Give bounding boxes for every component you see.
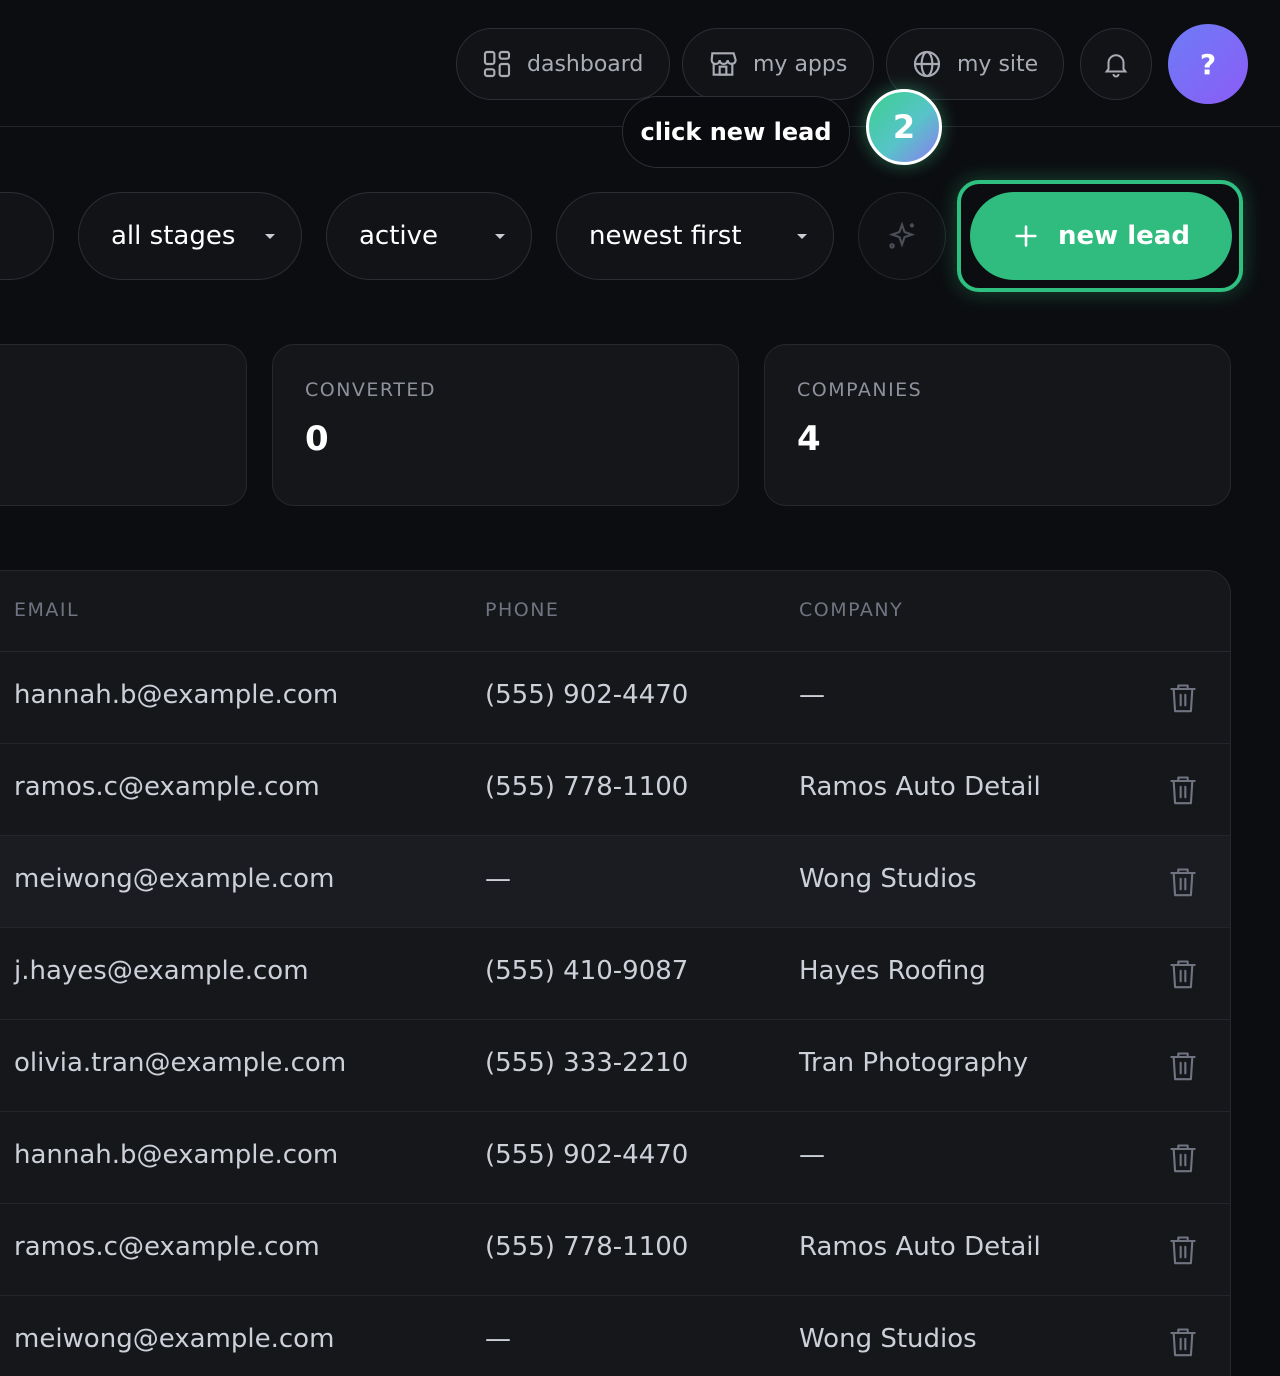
trash-icon[interactable] (1169, 1050, 1197, 1082)
chevron-down-icon (797, 233, 807, 239)
nav-my-apps-button[interactable]: my apps (682, 28, 874, 100)
notifications-button[interactable] (1080, 28, 1152, 100)
cell-company: Hayes Roofing (799, 956, 986, 986)
tour-tooltip: click new lead (622, 96, 850, 168)
stat-label: CONVERTED (305, 379, 436, 401)
cell-company: Tran Photography (799, 1048, 1029, 1078)
table-header: EMAIL PHONE COMPANY (0, 571, 1230, 652)
stat-card-companies: COMPANIES 4 (764, 344, 1231, 506)
table-body: hannah.b@example.com (555) 902-4470 — ramos… (0, 652, 1230, 1376)
cell-company: Ramos Auto Detail (799, 772, 1041, 802)
stage-filter-dropdown[interactable]: all stages (78, 192, 302, 280)
cell-phone: — (485, 1324, 511, 1354)
trash-icon[interactable] (1169, 1326, 1197, 1358)
status-filter-label: active (359, 221, 439, 251)
cell-company: — (799, 1140, 825, 1170)
cell-email: hannah.b@example.com (14, 1140, 339, 1170)
cell-company: Ramos Auto Detail (799, 1232, 1041, 1262)
cell-company: Wong Studios (799, 864, 977, 894)
help-button[interactable]: ? (1168, 24, 1248, 104)
leads-table: EMAIL PHONE COMPANY hannah.b@example.com… (0, 570, 1231, 1376)
new-lead-button[interactable]: new lead (970, 192, 1232, 280)
table-row[interactable]: hannah.b@example.com (555) 902-4470 — (0, 1112, 1230, 1204)
storefront-icon (710, 52, 737, 76)
stage-filter-label: all stages (111, 221, 236, 251)
cell-company: Wong Studios (799, 1324, 977, 1354)
column-header-email: EMAIL (14, 599, 80, 621)
globe-icon (913, 50, 941, 78)
search-pill-partial[interactable] (0, 192, 54, 280)
plus-icon (1015, 225, 1037, 247)
trash-icon[interactable] (1169, 682, 1197, 714)
nav-dashboard-label: dashboard (527, 51, 644, 77)
stat-card-partial (0, 344, 247, 506)
cell-email: ramos.c@example.com (14, 1232, 320, 1262)
table-row[interactable]: olivia.tran@example.com (555) 333-2210 Tra… (0, 1020, 1230, 1112)
trash-icon[interactable] (1169, 1234, 1197, 1266)
cell-email: meiwong@example.com (14, 1324, 335, 1354)
tour-step-badge: 2 (866, 89, 942, 165)
chevron-down-icon (495, 233, 505, 239)
cell-phone: (555) 902-4470 (485, 1140, 689, 1170)
trash-icon[interactable] (1169, 866, 1197, 898)
stat-card-converted: CONVERTED 0 (272, 344, 739, 506)
help-label: ? (1199, 47, 1217, 81)
column-header-company: COMPANY (799, 599, 904, 621)
nav-my-apps-label: my apps (753, 51, 848, 77)
trash-icon[interactable] (1169, 958, 1197, 990)
grid-icon (483, 50, 511, 78)
cell-phone: (555) 902-4470 (485, 680, 689, 710)
cell-phone: (555) 333-2210 (485, 1048, 689, 1078)
tour-tooltip-text: click new lead (640, 118, 832, 146)
cell-phone: (555) 778-1100 (485, 1232, 689, 1262)
nav-my-site-label: my site (957, 51, 1039, 77)
trash-icon[interactable] (1169, 774, 1197, 806)
tour-step-number: 2 (892, 108, 916, 146)
cell-email: ramos.c@example.com (14, 772, 320, 802)
table-row[interactable]: meiwong@example.com — Wong Studios (0, 1296, 1230, 1376)
ai-assist-button[interactable] (858, 192, 946, 280)
cell-email: olivia.tran@example.com (14, 1048, 347, 1078)
table-row[interactable]: j.hayes@example.com (555) 410-9087 Hayes R… (0, 928, 1230, 1020)
cell-company: — (799, 680, 825, 710)
cell-phone: (555) 778-1100 (485, 772, 689, 802)
cell-email: meiwong@example.com (14, 864, 335, 894)
table-row[interactable]: ramos.c@example.com (555) 778-1100 Ramos A… (0, 744, 1230, 836)
cell-email: j.hayes@example.com (14, 956, 309, 986)
sort-label: newest first (589, 221, 742, 251)
table-row[interactable]: meiwong@example.com — Wong Studios (0, 836, 1230, 928)
table-row[interactable]: hannah.b@example.com (555) 902-4470 — (0, 652, 1230, 744)
stat-value: 0 (305, 419, 329, 459)
trash-icon[interactable] (1169, 1142, 1197, 1174)
cell-phone: (555) 410-9087 (485, 956, 689, 986)
sparkle-icon (888, 221, 916, 249)
chevron-down-icon (265, 233, 275, 239)
stat-value: 4 (797, 419, 821, 459)
sort-dropdown[interactable]: newest first (556, 192, 834, 280)
status-filter-dropdown[interactable]: active (326, 192, 532, 280)
nav-dashboard-button[interactable]: dashboard (456, 28, 670, 100)
table-row[interactable]: ramos.c@example.com (555) 778-1100 Ramos A… (0, 1204, 1230, 1296)
bell-icon (1104, 54, 1128, 78)
column-header-phone: PHONE (485, 599, 560, 621)
cell-phone: — (485, 864, 511, 894)
cell-email: hannah.b@example.com (14, 680, 339, 710)
new-lead-label: new lead (1058, 221, 1190, 251)
stat-label: COMPANIES (797, 379, 923, 401)
